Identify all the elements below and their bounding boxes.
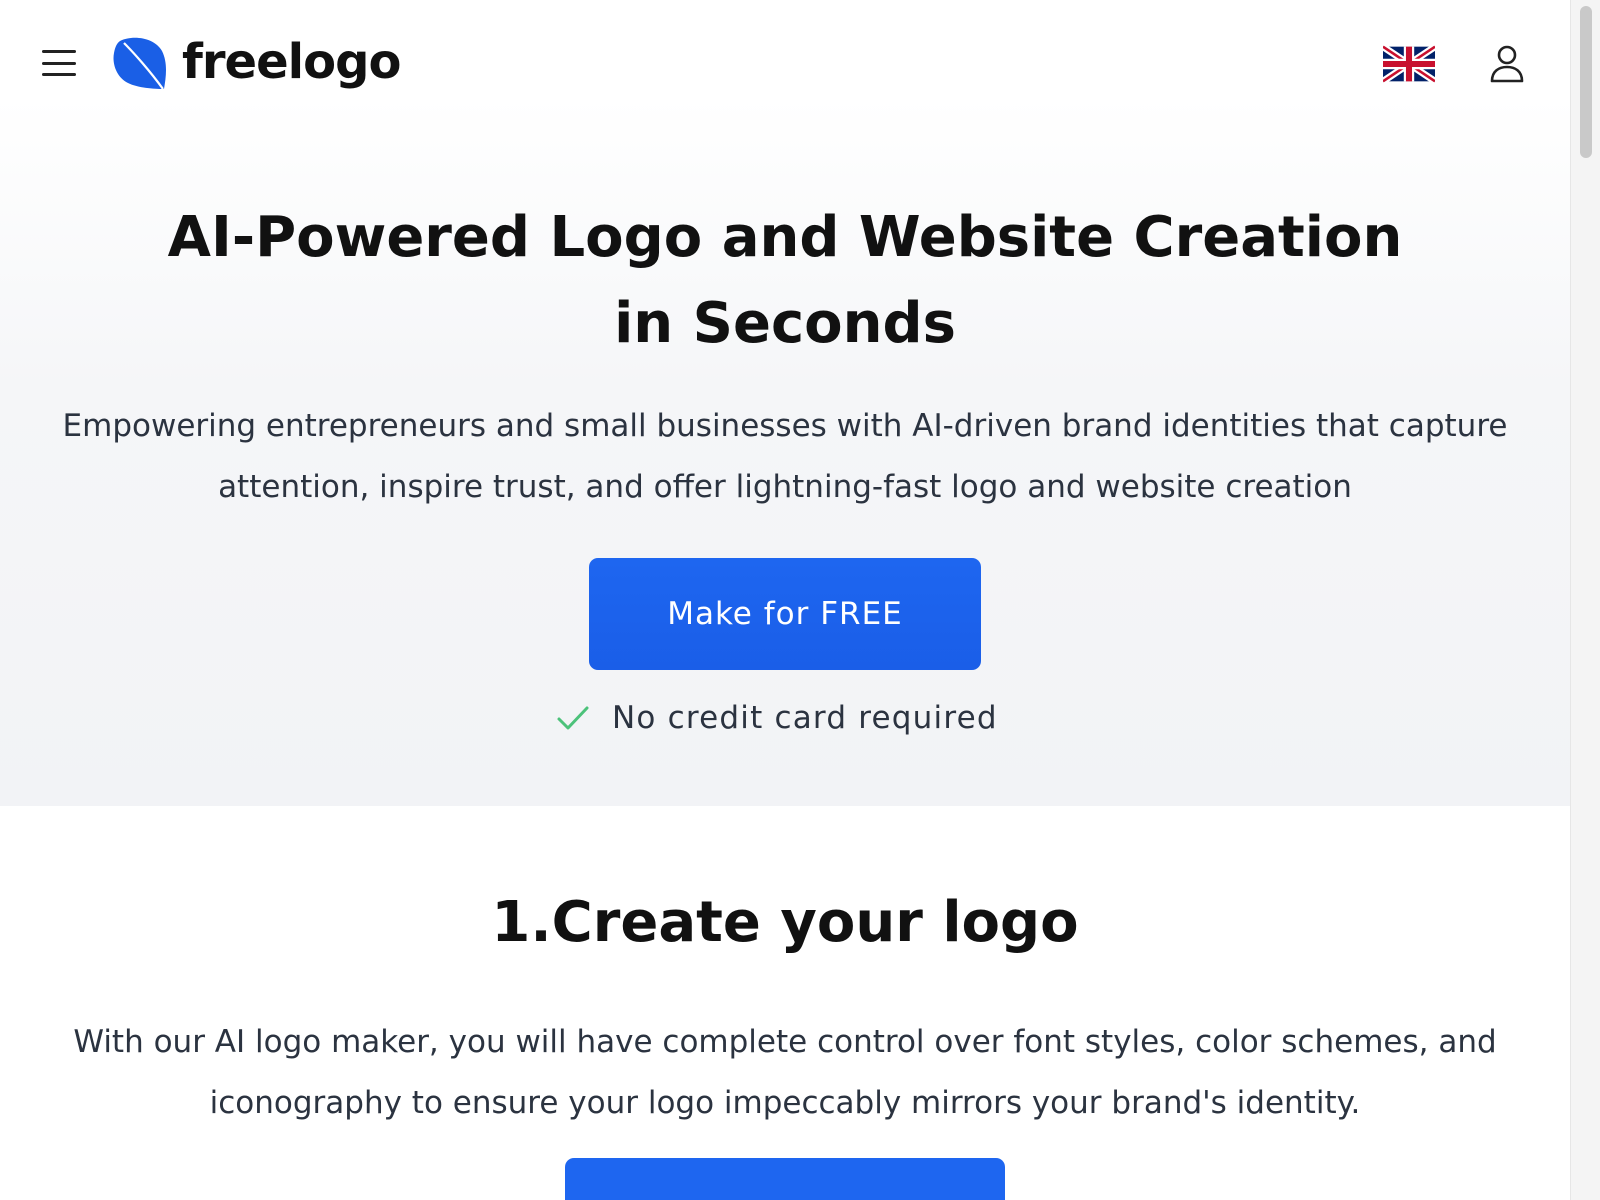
- no-credit-card-note: No credit card required: [556, 696, 998, 740]
- note-text: No credit card required: [612, 700, 998, 736]
- uk-flag-icon[interactable]: [1383, 45, 1435, 83]
- hero-subtitle: Empowering entrepreneurs and small busin…: [62, 408, 1508, 505]
- brand-name: freelogo: [182, 34, 401, 90]
- step-1-button[interactable]: [565, 1158, 1005, 1200]
- page: AI-Powered Logo and Website Creation in …: [0, 0, 1570, 1200]
- site-header: freelogo: [0, 0, 1570, 130]
- hamburger-menu-icon[interactable]: [42, 50, 76, 76]
- scrollbar-thumb[interactable]: [1580, 6, 1592, 158]
- leaf-logo-icon: [113, 37, 166, 90]
- step-1-title: 1.Create your logo: [491, 890, 1079, 955]
- brand-logo-link[interactable]: freelogo: [110, 28, 401, 96]
- make-for-free-button[interactable]: Make for FREE: [589, 558, 981, 670]
- hero-title: AI-Powered Logo and Website Creation in …: [167, 205, 1403, 356]
- checkmark-icon: [557, 706, 589, 730]
- vertical-scrollbar[interactable]: [1570, 0, 1600, 1200]
- step-1-description: With our AI logo maker, you will have co…: [73, 1024, 1497, 1121]
- user-icon[interactable]: [1489, 44, 1525, 84]
